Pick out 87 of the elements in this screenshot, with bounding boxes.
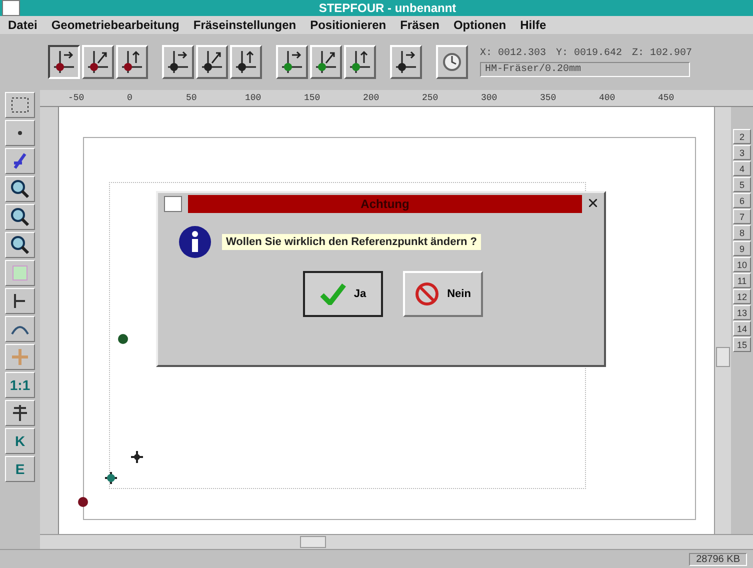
tool-field: HM-Fräser/0.20mm bbox=[480, 62, 690, 76]
layer-button[interactable]: 15 bbox=[733, 337, 751, 352]
grid-cross-icon bbox=[10, 403, 30, 423]
y-coordinate: Y: 0019.642 bbox=[556, 48, 622, 58]
ruler-label: 100 bbox=[245, 93, 262, 103]
layer-button[interactable]: 7 bbox=[733, 209, 751, 224]
side-tool-button[interactable]: E bbox=[5, 456, 35, 482]
tool-up-arrow-icon bbox=[120, 49, 144, 75]
side-tool-button[interactable] bbox=[5, 288, 35, 314]
menu-item[interactable]: Geometriebearbeitung bbox=[51, 18, 180, 32]
ruler-label: 50 bbox=[186, 93, 198, 103]
ruler-label: 0 bbox=[127, 93, 134, 103]
side-tool-button[interactable] bbox=[5, 316, 35, 342]
zoom-icon bbox=[10, 179, 30, 199]
tool-arrow-icon bbox=[166, 49, 190, 75]
origin-point-icon bbox=[77, 496, 89, 508]
tool-arrow-icon bbox=[280, 49, 304, 75]
cross-icon bbox=[10, 347, 30, 367]
side-tool-button[interactable] bbox=[5, 400, 35, 426]
ruler-label: 350 bbox=[540, 93, 558, 103]
tool-diagonal-arrow-icon bbox=[200, 49, 224, 75]
ruler-label: 150 bbox=[304, 93, 322, 103]
layer-button[interactable]: 8 bbox=[733, 225, 751, 240]
layer-button[interactable]: 3 bbox=[733, 145, 751, 160]
close-icon bbox=[589, 199, 597, 207]
memory-status: 28796 KB bbox=[689, 552, 747, 566]
select-frame-icon bbox=[10, 95, 30, 115]
ruler-label: -50 bbox=[68, 93, 86, 103]
dot-icon bbox=[18, 131, 22, 135]
side-tool-button[interactable] bbox=[5, 92, 35, 118]
tool-up-arrow-icon bbox=[348, 49, 372, 75]
grid-icon bbox=[10, 263, 30, 283]
x-coordinate: X: 0012.303 bbox=[480, 48, 546, 58]
horizontal-scrollbar[interactable] bbox=[40, 534, 753, 549]
tool-arrow-icon bbox=[52, 49, 76, 75]
menu-item[interactable]: Fräsen bbox=[400, 18, 440, 32]
prohibited-icon bbox=[415, 282, 440, 306]
no-button[interactable]: Nein bbox=[403, 271, 483, 317]
side-tool-button[interactable] bbox=[5, 232, 35, 258]
menu-item[interactable]: Hilfe bbox=[520, 18, 546, 32]
point-cross-marker-icon bbox=[105, 472, 117, 484]
dialog-title: Achtung bbox=[188, 195, 582, 213]
side-tool-button[interactable]: 1:1 bbox=[5, 372, 35, 398]
layer-button[interactable]: 4 bbox=[733, 161, 751, 176]
layer-button[interactable]: 5 bbox=[733, 177, 751, 192]
scroll-thumb[interactable] bbox=[300, 536, 326, 548]
system-menu-icon[interactable] bbox=[2, 0, 20, 16]
dialog-menu-icon[interactable] bbox=[164, 196, 182, 212]
scroll-thumb[interactable] bbox=[716, 347, 730, 367]
layer-button[interactable]: 12 bbox=[733, 289, 751, 304]
side-tool-button[interactable] bbox=[5, 204, 35, 230]
layer-button[interactable]: 6 bbox=[733, 193, 751, 208]
layer-button[interactable]: 9 bbox=[733, 241, 751, 256]
check-icon bbox=[320, 283, 346, 305]
layer-button[interactable]: 14 bbox=[733, 321, 751, 336]
layer-button[interactable]: 2 bbox=[733, 129, 751, 144]
tool-diagonal-arrow-icon bbox=[314, 49, 338, 75]
cross-marker-icon bbox=[131, 451, 143, 463]
ruler-label: 450 bbox=[658, 93, 676, 103]
ruler-label: 400 bbox=[599, 93, 616, 103]
ruler-label: 300 bbox=[481, 93, 498, 103]
vertical-scrollbar[interactable] bbox=[714, 107, 731, 534]
yes-button[interactable]: Ja bbox=[303, 271, 383, 317]
ruler-label: 250 bbox=[422, 93, 440, 103]
tool-arrow-icon bbox=[394, 49, 418, 75]
point-icon bbox=[118, 334, 128, 344]
menu-item[interactable]: Optionen bbox=[453, 18, 506, 32]
z-coordinate: Z: 102.907 bbox=[632, 48, 692, 58]
window-title: STEPFOUR - unbenannt bbox=[318, 1, 458, 15]
side-tool-button[interactable] bbox=[5, 148, 35, 174]
clock-icon bbox=[442, 52, 462, 72]
dialog-message: Wollen Sie wirklich den Referenzpunkt ändern ? bbox=[222, 234, 482, 250]
menu-item[interactable]: Datei bbox=[8, 18, 38, 32]
tool-diagonal-arrow-icon bbox=[86, 49, 110, 75]
zoom-out-icon bbox=[10, 235, 30, 255]
layer-button[interactable]: 10 bbox=[733, 257, 751, 272]
zoom-in-icon bbox=[10, 207, 30, 227]
toolbar-button[interactable] bbox=[48, 45, 80, 79]
menu-item[interactable]: Fräseinstellungen bbox=[193, 18, 296, 32]
side-tool-button[interactable]: K bbox=[5, 428, 35, 454]
menu-item[interactable]: Positionieren bbox=[310, 18, 386, 32]
layer-button[interactable]: 13 bbox=[733, 305, 751, 320]
ruler-label: 200 bbox=[363, 93, 380, 103]
info-icon bbox=[178, 225, 212, 259]
tool-up-arrow-icon bbox=[234, 49, 258, 75]
side-tool-button[interactable] bbox=[5, 176, 35, 202]
layer-button[interactable]: 11 bbox=[733, 273, 751, 288]
